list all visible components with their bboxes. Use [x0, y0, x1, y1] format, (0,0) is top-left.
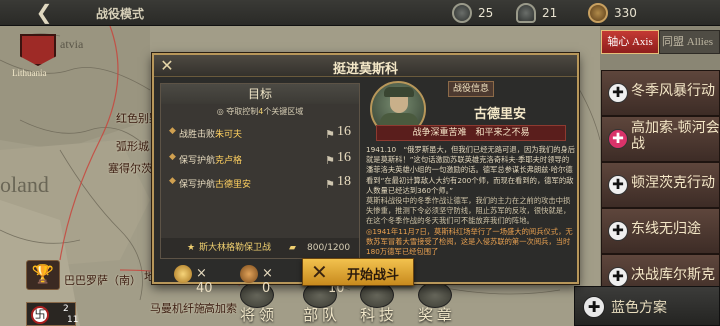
- general-traits: 战争深重苦难 和平来之不易: [376, 125, 566, 141]
- objective-target: 古德里安: [215, 180, 252, 190]
- flag-icon: ⚑: [325, 128, 335, 141]
- crossed-swords-icon: ✕: [311, 260, 328, 284]
- bronze-medal-icon: [240, 265, 258, 283]
- menu-tech-button[interactable]: 科 技: [352, 282, 402, 326]
- unit-count: 11: [67, 315, 79, 325]
- general-name: 古德里安: [473, 107, 526, 122]
- objective-turns: 16: [337, 124, 351, 139]
- trophy-icon[interactable]: 🏆: [26, 260, 60, 290]
- menu-label: 奖 章: [418, 308, 452, 324]
- objective-text: 保写护航: [179, 156, 216, 166]
- region-flag-icon: [20, 34, 56, 66]
- helmet-icon: [516, 3, 536, 23]
- iron-cross-icon: ✚: [608, 175, 628, 195]
- objective-text: 战胜击败: [179, 130, 216, 140]
- footer-campaign-name: 斯大林格勒保卫战: [199, 243, 272, 253]
- objective-row: ◆ 保写护航古德里安 ⚑ 18: [169, 174, 357, 192]
- medal-icon: [452, 3, 472, 23]
- objectives-panel: 目标 ◎ 夺取控制4个关键区域 ◆ 战胜击败朱可夫 ⚑ 16 ◆ 保写护航克卢格…: [160, 83, 360, 259]
- map-city-label[interactable]: 巴巴罗萨（南）: [64, 272, 141, 288]
- operation-item[interactable]: ✚ 冬季风暴行动: [601, 70, 720, 116]
- star-medal-icon: [588, 3, 608, 23]
- operation-label: 决战库尔斯克: [631, 268, 715, 283]
- menu-label: 将 领: [240, 308, 274, 324]
- objectives-header: 目标: [161, 84, 359, 104]
- blue-plan-button[interactable]: ✚ 蓝色方案: [574, 286, 720, 326]
- unit-count: 2: [63, 304, 69, 314]
- operation-item[interactable]: ✚ 顿涅茨克行动: [601, 162, 720, 208]
- reward-count: × 40: [196, 266, 213, 296]
- top-bar: ❮ 战役模式 25 21 330: [0, 0, 720, 26]
- resource-value: 25: [478, 6, 494, 20]
- reward-count: × 0: [262, 266, 273, 296]
- operation-label: 冬季风暴行动: [631, 84, 715, 99]
- resource-value: 330: [614, 6, 637, 20]
- region-name: Lithuania: [12, 68, 47, 78]
- close-icon[interactable]: ✕: [156, 56, 178, 76]
- menu-medals-button[interactable]: 奖 章: [410, 282, 460, 326]
- objective-target: 朱可夫: [215, 130, 243, 140]
- book-icon: ▰: [289, 243, 296, 253]
- campaign-info-button[interactable]: 战役信息: [448, 81, 494, 97]
- subtitle-prefix: 夺取控制: [226, 107, 259, 116]
- tab-axis[interactable]: 轴心 Axis: [601, 30, 659, 54]
- objective-turns: 18: [337, 174, 351, 189]
- gold-star-medal-icon: [174, 265, 192, 283]
- operation-label: 高加索-顿河会战: [631, 121, 720, 152]
- mode-title: 战役模式: [96, 7, 145, 21]
- operation-label: 顿涅茨克行动: [631, 176, 715, 191]
- subtitle-suffix: 个关键区域: [263, 107, 304, 116]
- story-paragraph: 1941.10 “俄罗斯虽大，但我们已经无路可退，因为我们的身后就是莫斯科！”这…: [366, 145, 576, 195]
- faction-emblem-icon: 卐: [31, 306, 49, 324]
- objectives-subtitle: ◎ 夺取控制4个关键区域: [216, 107, 304, 116]
- objectives-footer: ★ 斯大林格勒保卫战 ▰ 800/1200: [161, 238, 359, 258]
- campaign-dialog: 挺进莫斯科 ✕ 目标 ◎ 夺取控制4个关键区域 ◆ 战胜击败朱可夫 ⚑ 16 ◆…: [152, 53, 579, 296]
- objective-row: ◆ 战胜击败朱可夫 ⚑ 16: [169, 124, 357, 142]
- iron-cross-icon: ✚: [608, 267, 628, 287]
- map-city-label[interactable]: 塞得尔茨: [108, 160, 152, 176]
- bullet-icon: ◆: [169, 176, 176, 186]
- tab-allies[interactable]: 同盟 Allies: [659, 30, 720, 54]
- operation-item[interactable]: ✚ 高加索-顿河会战: [601, 116, 720, 162]
- menu-label: 科 技: [360, 308, 394, 324]
- iron-cross-icon: ✚: [608, 83, 628, 103]
- bullet-icon: ◆: [169, 152, 176, 162]
- lithuania-region-badge[interactable]: Lithuania: [2, 34, 62, 82]
- operation-item[interactable]: ✚ 东线无归途: [601, 208, 720, 254]
- start-battle-label: 开始战斗: [347, 268, 400, 283]
- menu-label: 部 队: [303, 308, 337, 324]
- dialog-title: 挺进莫斯科: [332, 62, 398, 77]
- dialog-header: 挺进莫斯科 ✕: [154, 55, 577, 77]
- objective-text: 保写护航: [179, 180, 216, 190]
- back-arrow-icon[interactable]: ❮: [28, 2, 60, 24]
- bullet-icon: ◆: [169, 126, 176, 136]
- story-paragraph: ◎1941年11月7日，莫斯科红场举行了一场盛大的阅兵仪式，无数苏军冒着大雪接受…: [366, 226, 573, 257]
- map-region-poland: oland: [0, 172, 49, 197]
- footer-progress: 800/1200: [307, 243, 351, 253]
- start-battle-button[interactable]: ✕ 开始战斗: [302, 258, 414, 286]
- objective-turns: 16: [337, 150, 351, 165]
- map-region-latvia: atvia: [60, 37, 84, 51]
- iron-cross-icon: ✚: [608, 129, 628, 149]
- flag-icon: ⚑: [325, 178, 335, 191]
- resource-value: 21: [542, 6, 558, 20]
- operations-panel: 轴心 Axis 同盟 Allies ✚ 冬季风暴行动 ✚ 高加索-顿河会战 ✚ …: [601, 26, 720, 326]
- objective-row: ◆ 保写护航克卢格 ⚑ 16: [169, 150, 357, 168]
- unit-card[interactable]: 卐 2 11: [26, 302, 79, 326]
- map-city-label[interactable]: 弧形城: [116, 138, 149, 154]
- operation-label: 东线无归途: [631, 222, 701, 237]
- star-icon: ★: [187, 243, 196, 253]
- blue-plan-label: 蓝色方案: [611, 301, 667, 316]
- flag-icon: ⚑: [325, 154, 335, 167]
- iron-cross-icon: ✚: [608, 221, 628, 241]
- menu-generals-button[interactable]: 将 领: [232, 282, 282, 326]
- iron-cross-icon: ✚: [583, 296, 605, 318]
- objective-target: 克卢格: [215, 156, 243, 166]
- map-city-label[interactable]: 马曼机纤施: [150, 300, 205, 316]
- story-paragraph: 莫斯科战役中的冬季作战让德军，我们的主力在之前的攻击中损失惨重，推测下令必须坚守…: [366, 196, 571, 226]
